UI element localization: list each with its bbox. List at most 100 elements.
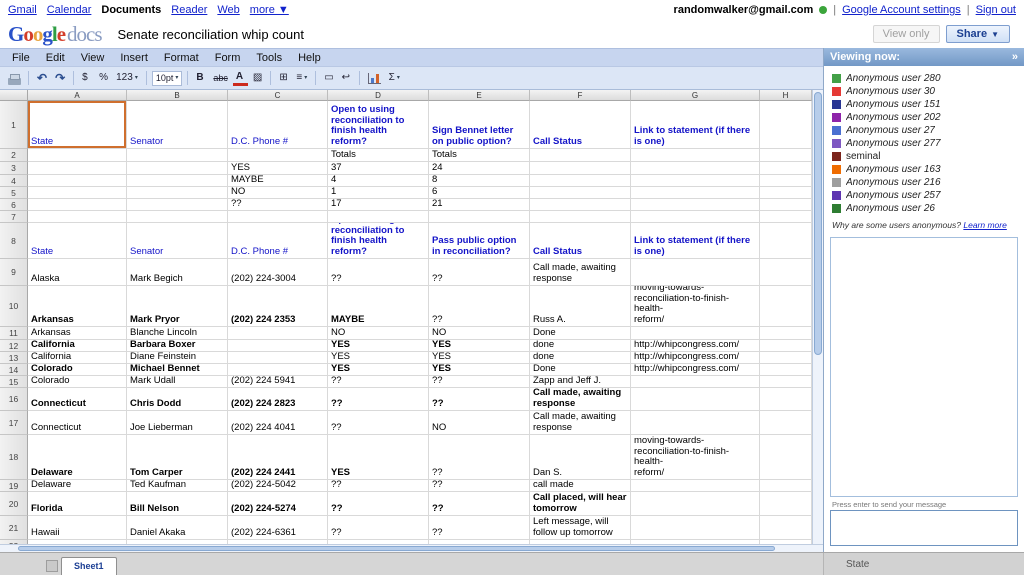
cell-A5[interactable] bbox=[28, 187, 127, 199]
cell-G20[interactable] bbox=[631, 492, 760, 516]
cell-F9[interactable]: Call made, awaiting response bbox=[530, 259, 631, 286]
column-header-E[interactable]: E bbox=[429, 90, 530, 101]
horizontal-scrollbar[interactable] bbox=[0, 544, 823, 552]
cell-G11[interactable] bbox=[631, 327, 760, 340]
cell-D8[interactable]: Open to using reconciliation to finish h… bbox=[328, 223, 429, 259]
cell-A19[interactable]: Delaware bbox=[28, 480, 127, 492]
cell-E13[interactable]: YES bbox=[429, 352, 530, 364]
cell-F18[interactable]: Dan S. bbox=[530, 435, 631, 480]
cell-G13[interactable]: http://whipcongress.com/ bbox=[631, 352, 760, 364]
cell-B15[interactable]: Mark Udall bbox=[127, 376, 228, 388]
cell-H10[interactable] bbox=[760, 286, 812, 327]
insert-chart-button[interactable] bbox=[367, 72, 381, 84]
merge-button[interactable]: ▭ bbox=[321, 71, 336, 85]
undo-button[interactable]: ↶ bbox=[34, 71, 50, 85]
row-header-20[interactable]: 20 bbox=[0, 492, 28, 516]
cell-E16[interactable]: ?? bbox=[429, 388, 530, 411]
cell-D14[interactable]: YES bbox=[328, 364, 429, 376]
cell-G3[interactable] bbox=[631, 162, 760, 175]
cell-C3[interactable]: YES bbox=[228, 162, 328, 175]
select-all-corner[interactable] bbox=[0, 90, 28, 101]
bold-button[interactable]: B bbox=[193, 71, 208, 85]
cell-D13[interactable]: YES bbox=[328, 352, 429, 364]
cell-F6[interactable] bbox=[530, 199, 631, 211]
cell-D1[interactable]: Open to using reconciliation to finish h… bbox=[328, 101, 429, 149]
row-header-11[interactable]: 11 bbox=[0, 327, 28, 340]
redo-button[interactable]: ↷ bbox=[52, 71, 68, 85]
menu-edit[interactable]: Edit bbox=[38, 51, 73, 65]
cell-C8[interactable]: D.C. Phone # bbox=[228, 223, 328, 259]
cell-H11[interactable] bbox=[760, 327, 812, 340]
cell-G18[interactable]: http://blog.healthcareforameric moving-t… bbox=[631, 435, 760, 480]
cell-C1[interactable]: D.C. Phone # bbox=[228, 101, 328, 149]
cell-E21[interactable]: ?? bbox=[429, 516, 530, 540]
cell-A18[interactable]: Delaware bbox=[28, 435, 127, 480]
cell-A8[interactable]: State bbox=[28, 223, 127, 259]
cell-G10[interactable]: http://blog.healthcareforameric moving-t… bbox=[631, 286, 760, 327]
menu-form[interactable]: Form bbox=[207, 51, 249, 65]
cell-G5[interactable] bbox=[631, 187, 760, 199]
cell-E14[interactable]: YES bbox=[429, 364, 530, 376]
cell-F19[interactable]: call made bbox=[530, 480, 631, 492]
cell-A13[interactable]: California bbox=[28, 352, 127, 364]
cell-A14[interactable]: Colorado bbox=[28, 364, 127, 376]
cell-F15[interactable]: Zapp and Jeff J. bbox=[530, 376, 631, 388]
cell-B21[interactable]: Daniel Akaka bbox=[127, 516, 228, 540]
sheet-tab-sheet1[interactable]: Sheet1 bbox=[61, 557, 117, 575]
cell-F13[interactable]: done bbox=[530, 352, 631, 364]
cell-H14[interactable] bbox=[760, 364, 812, 376]
cell-H18[interactable] bbox=[760, 435, 812, 480]
cell-E6[interactable]: 21 bbox=[429, 199, 530, 211]
row-header-14[interactable]: 14 bbox=[0, 364, 28, 376]
wrap-text-button[interactable]: ↩ bbox=[339, 71, 354, 85]
cell-E2[interactable]: Totals bbox=[429, 149, 530, 162]
cell-D5[interactable]: 1 bbox=[328, 187, 429, 199]
cell-F14[interactable]: Done bbox=[530, 364, 631, 376]
row-header-8[interactable]: 8 bbox=[0, 223, 28, 259]
cell-A6[interactable] bbox=[28, 199, 127, 211]
cell-E7[interactable] bbox=[429, 211, 530, 223]
cell-C2[interactable] bbox=[228, 149, 328, 162]
row-header-2[interactable]: 2 bbox=[0, 149, 28, 162]
cell-G15[interactable] bbox=[631, 376, 760, 388]
cell-H12[interactable] bbox=[760, 340, 812, 352]
row-header-7[interactable]: 7 bbox=[0, 211, 28, 223]
row-header-10[interactable]: 10 bbox=[0, 286, 28, 327]
cell-F20[interactable]: Call placed, will hear tomorrow bbox=[530, 492, 631, 516]
cell-D10[interactable]: MAYBE bbox=[328, 286, 429, 327]
cell-C14[interactable] bbox=[228, 364, 328, 376]
vertical-scrollbar[interactable] bbox=[812, 90, 823, 544]
cell-A17[interactable]: Connecticut bbox=[28, 411, 127, 435]
print-button[interactable] bbox=[8, 73, 21, 85]
cell-A2[interactable] bbox=[28, 149, 127, 162]
cell-H20[interactable] bbox=[760, 492, 812, 516]
cell-C5[interactable]: NO bbox=[228, 187, 328, 199]
menu-help[interactable]: Help bbox=[290, 51, 329, 65]
cell-H21[interactable] bbox=[760, 516, 812, 540]
column-header-B[interactable]: B bbox=[127, 90, 228, 101]
row-header-9[interactable]: 9 bbox=[0, 259, 28, 286]
cell-C17[interactable]: (202) 224 4041 bbox=[228, 411, 328, 435]
row-header-5[interactable]: 5 bbox=[0, 187, 28, 199]
cell-F8[interactable]: Call Status bbox=[530, 223, 631, 259]
cell-F3[interactable] bbox=[530, 162, 631, 175]
nav-web[interactable]: Web bbox=[217, 4, 239, 16]
column-header-F[interactable]: F bbox=[530, 90, 631, 101]
cell-D9[interactable]: ?? bbox=[328, 259, 429, 286]
cell-B5[interactable] bbox=[127, 187, 228, 199]
format-currency-button[interactable]: $ bbox=[79, 71, 94, 85]
nav-calendar[interactable]: Calendar bbox=[47, 4, 92, 16]
cell-G4[interactable] bbox=[631, 175, 760, 187]
cell-C19[interactable]: (202) 224-5042 bbox=[228, 480, 328, 492]
cell-G19[interactable] bbox=[631, 480, 760, 492]
cell-B11[interactable]: Blanche Lincoln bbox=[127, 327, 228, 340]
cell-F16[interactable]: Call made, awaiting response bbox=[530, 388, 631, 411]
row-header-16[interactable]: 16 bbox=[0, 388, 28, 411]
cell-D3[interactable]: 37 bbox=[328, 162, 429, 175]
cell-B17[interactable]: Joe Lieberman bbox=[127, 411, 228, 435]
cell-F1[interactable]: Call Status bbox=[530, 101, 631, 149]
cell-B16[interactable]: Chris Dodd bbox=[127, 388, 228, 411]
cell-F12[interactable]: done bbox=[530, 340, 631, 352]
text-color-button[interactable]: A bbox=[232, 70, 248, 86]
cell-C11[interactable] bbox=[228, 327, 328, 340]
